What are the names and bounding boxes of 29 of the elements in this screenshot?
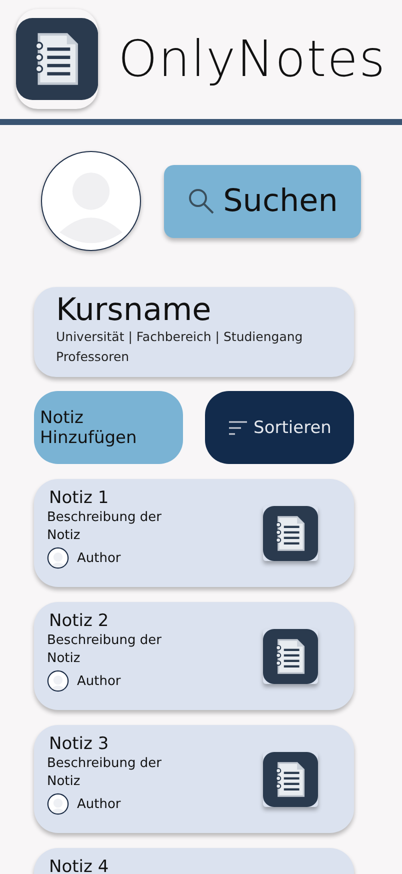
note-thumbnail-icon (263, 752, 318, 806)
course-details: Universität | Fachbereich | Studiengang (56, 328, 304, 346)
note-title: Notiz 1 (48, 487, 110, 509)
add-note-button[interactable]: Notiz Hinzufügen (34, 391, 183, 464)
app-title: OnlyNotes (118, 30, 386, 88)
note-description: Beschreibung der Notiz (47, 509, 162, 545)
sort-button[interactable]: Sortieren (205, 391, 354, 464)
note-card[interactable]: Notiz 2 Beschreibung der Notiz Author (34, 602, 354, 710)
author-name: Author (77, 550, 121, 566)
note-card[interactable]: Notiz 4 (34, 848, 354, 874)
note-title: Notiz 4 (48, 856, 109, 874)
note-title: Notiz 3 (48, 733, 110, 755)
note-card[interactable]: Notiz 1 Beschreibung der Notiz Author (34, 479, 354, 587)
search-icon (187, 187, 216, 215)
note-description: Beschreibung der Notiz (47, 632, 162, 668)
course-name: Kursname (56, 293, 212, 327)
author-name: Author (77, 674, 121, 688)
author-name: Author (77, 796, 121, 812)
note-description: Beschreibung der Notiz (47, 755, 162, 791)
search-button[interactable]: Suchen (164, 164, 361, 238)
course-professors: Professoren (56, 348, 130, 366)
note-thumbnail-icon (263, 628, 318, 684)
author-avatar (47, 670, 69, 692)
note-thumbnail-icon (263, 506, 318, 560)
note-title: Notiz 2 (48, 610, 110, 632)
author-avatar (47, 793, 69, 815)
sort-icon (228, 420, 248, 436)
note-card[interactable]: Notiz 3 Beschreibung der Notiz Author (34, 725, 354, 833)
author-avatar (47, 547, 69, 569)
